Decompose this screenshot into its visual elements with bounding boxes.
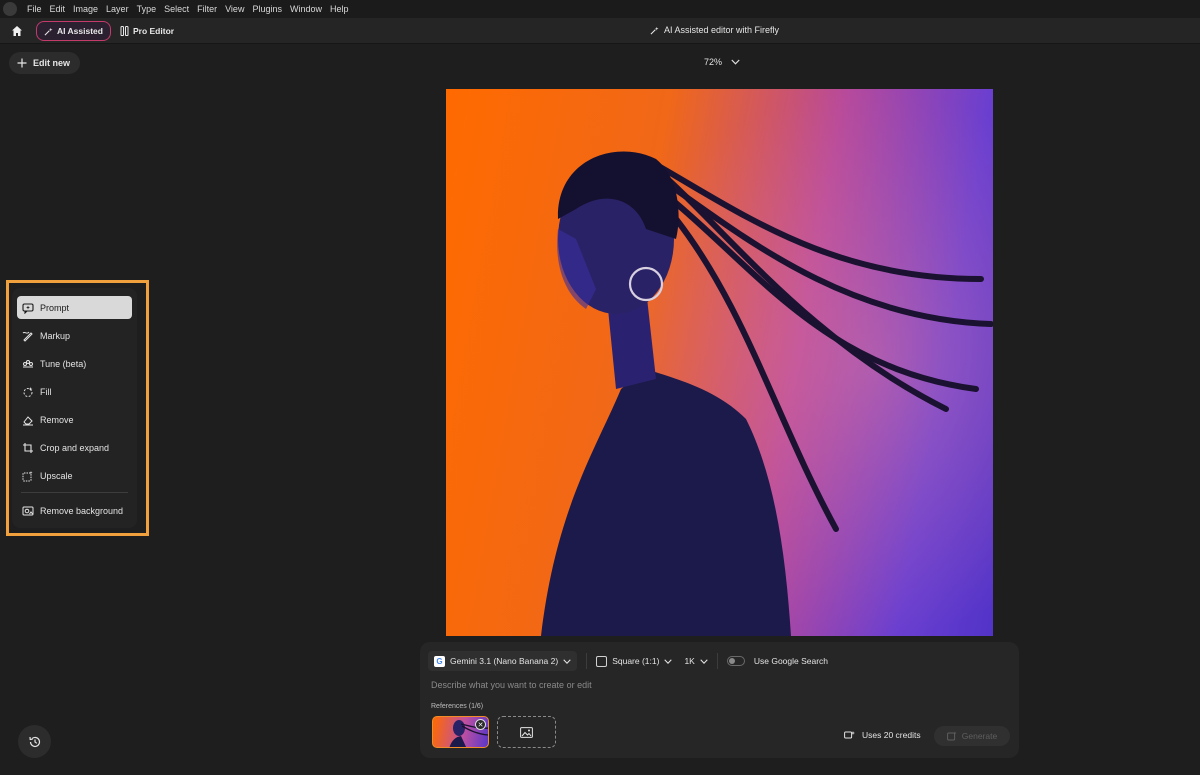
home-icon [12,26,22,36]
ai-assisted-button[interactable]: AI Assisted [36,21,111,41]
google-icon: G [434,655,445,667]
remove-reference-button[interactable]: ✕ [475,719,486,730]
editor-title: AI Assisted editor with Firefly [650,25,779,35]
prompt-options-row: G Gemini 3.1 (Nano Banana 2) Square (1:1… [428,651,828,671]
sliders-icon [120,26,129,36]
tool-remove[interactable]: Remove [17,408,132,431]
resolution-select[interactable]: 1K [684,651,708,671]
zoom-dropdown[interactable]: 72% [704,57,740,67]
toggle-switch[interactable] [726,656,745,666]
menu-edit[interactable]: Edit [46,4,70,14]
references-label: References (1/6) [431,703,484,710]
menu-view[interactable]: View [221,4,248,14]
tune-icon [23,359,33,367]
menu-bar: File Edit Image Layer Type Select Filter… [0,0,1200,18]
generate-label: Generate [961,731,998,741]
magic-wand-icon [650,26,659,34]
credits-icon [844,731,855,739]
google-search-toggle[interactable]: Use Google Search [726,651,829,671]
tool-prompt-label: Prompt [40,302,70,313]
tool-fill[interactable]: Fill [17,380,132,403]
tool-divider [21,492,128,493]
fill-icon [23,386,33,397]
menu-type[interactable]: Type [133,4,161,14]
chevron-down-icon [563,658,571,664]
tool-upscale[interactable]: Upscale [17,464,132,487]
tool-remove-label: Remove [40,414,74,425]
chevron-down-icon [664,658,673,664]
options-divider [716,653,718,669]
edit-new-button[interactable]: Edit new [9,52,81,74]
options-divider [586,653,588,669]
pro-editor-button[interactable]: Pro Editor [113,21,181,41]
credits-text: Uses 20 credits [862,730,921,740]
menu-file[interactable]: File [23,4,46,14]
tool-markup-label: Markup [40,330,71,341]
tool-remove-background[interactable]: Remove background [17,499,132,522]
edit-new-label: Edit new [33,58,71,68]
tool-tune-label: Tune (beta) [40,358,87,369]
aspect-ratio-value: Square (1:1) [612,656,660,666]
mode-switch: AI Assisted Pro Editor [36,21,181,41]
square-icon [596,655,608,667]
crop-icon [23,442,33,453]
close-icon: ✕ [477,721,484,729]
canvas-image[interactable] [446,89,993,636]
menu-help[interactable]: Help [326,4,353,14]
menu-layer[interactable]: Layer [102,4,133,14]
history-icon [28,736,40,747]
remove-icon [23,415,33,425]
zoom-value: 72% [704,57,723,67]
editor-title-text: AI Assisted editor with Firefly [664,25,780,35]
tool-fill-label: Fill [40,386,52,397]
aspect-ratio-select[interactable]: Square (1:1) [596,651,673,671]
plus-icon [17,58,27,68]
tool-prompt[interactable]: Prompt [17,296,132,319]
home-button[interactable] [9,23,25,39]
chevron-down-icon [731,59,740,65]
model-select[interactable]: G Gemini 3.1 (Nano Banana 2) [428,651,578,671]
tool-markup[interactable]: Markup [17,324,132,347]
prompt-icon [22,302,34,314]
generate-button[interactable]: Generate [934,726,1010,746]
top-bar: AI Assisted Pro Editor AI Assisted edito… [0,18,1200,44]
menu-select[interactable]: Select [160,4,193,14]
upscale-icon [22,470,33,481]
tool-remove-background-label: Remove background [40,505,124,516]
google-search-label: Use Google Search [753,656,829,666]
history-button[interactable] [18,725,51,758]
generate-icon [946,731,957,741]
add-reference-button[interactable] [497,716,556,748]
ai-assisted-label: AI Assisted [57,26,103,36]
app-icon[interactable] [3,2,17,16]
menu-window[interactable]: Window [286,4,326,14]
resolution-value: 1K [684,656,695,666]
tool-tune[interactable]: Tune (beta) [17,352,132,375]
tool-upscale-label: Upscale [40,470,73,481]
pro-editor-label: Pro Editor [132,26,175,36]
tool-crop-expand[interactable]: Crop and expand [17,436,132,459]
tool-crop-expand-label: Crop and expand [40,442,110,453]
prompt-panel: G Gemini 3.1 (Nano Banana 2) Square (1:1… [420,642,1019,758]
menu-filter[interactable]: Filter [193,4,221,14]
prompt-input[interactable] [431,680,991,690]
menu-image[interactable]: Image [69,4,102,14]
portrait-image [446,89,993,636]
tool-palette: Prompt Markup Tune (beta) Fill Remove Cr… [12,288,137,528]
markup-icon [22,331,33,342]
magic-wand-icon [44,27,53,35]
chevron-down-icon [700,658,708,664]
menu-plugins[interactable]: Plugins [248,4,286,14]
remove-background-icon [22,506,34,515]
image-icon [520,726,533,738]
model-select-value: Gemini 3.1 (Nano Banana 2) [450,656,559,666]
credits-indicator: Uses 20 credits [844,730,921,740]
